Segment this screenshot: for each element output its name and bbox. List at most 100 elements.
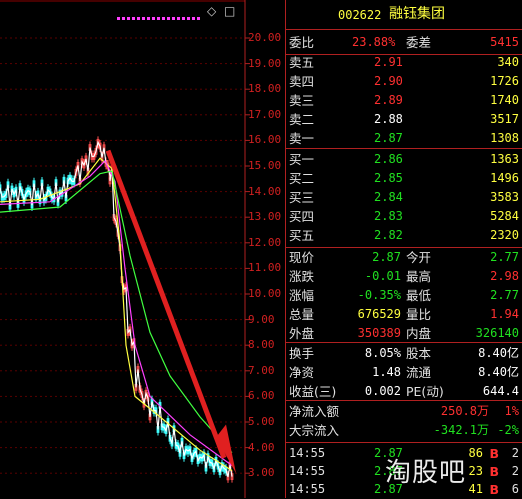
flow-row[interactable]: 大宗流入 -342.1万 -2%: [286, 421, 522, 440]
kline-canvas[interactable]: [0, 0, 285, 498]
ask-volume: 1740: [490, 93, 519, 107]
stats-label: PE(动): [406, 384, 444, 399]
bid-row[interactable]: 买一 2.86 1363: [286, 150, 522, 169]
bid-price: 2.84: [374, 190, 403, 204]
bid-row[interactable]: 买二 2.85 1496: [286, 169, 522, 188]
price-axis-tick: 12.00: [248, 235, 282, 249]
flow-value: -342.1万: [433, 423, 489, 437]
ratio-label: 委比: [289, 35, 315, 50]
stock-name: 融钰集团: [389, 6, 445, 22]
tick-time: 14:55: [289, 446, 326, 460]
stats-label: 股本: [406, 346, 432, 361]
ask-row[interactable]: 卖五 2.91 340: [286, 53, 522, 72]
quote-row[interactable]: 涨幅 -0.35% 最低 2.77: [286, 286, 522, 305]
bid-level-label: 买四: [289, 209, 315, 224]
stats-row[interactable]: 收益(三) 0.002 PE(动) 644.4: [286, 382, 522, 401]
quote-label: 涨跌: [289, 269, 315, 284]
toolbar-dot: [187, 17, 190, 20]
quote-panel: 002622 融钰集团 委比 23.88% 委差 5415 卖五 2.91 340 卖…: [285, 0, 522, 498]
stats-value: 8.05%: [364, 346, 401, 360]
quote-row[interactable]: 总量 676529 量比 1.94: [286, 305, 522, 324]
quote-value: 2.87: [372, 250, 401, 264]
toolbar-dot: [192, 17, 195, 20]
stats-value: 1.48: [372, 365, 401, 379]
tick-time: 14:55: [289, 482, 326, 496]
price-axis-tick: 7.00: [248, 363, 275, 377]
toolbar-dot: [122, 17, 125, 20]
ask-row[interactable]: 卖四 2.90 1726: [286, 72, 522, 91]
toolbar-dot: [172, 17, 175, 20]
price-axis-tick: 10.00: [248, 287, 282, 300]
stats-label: 换手: [289, 346, 315, 361]
divider: [286, 148, 522, 149]
diff-value: 5415: [490, 35, 519, 49]
stats-label: 流通: [406, 365, 432, 380]
stats-row[interactable]: 净资 1.48 流通 8.40亿: [286, 363, 522, 382]
flow-label: 净流入额: [289, 404, 340, 419]
stats-row[interactable]: 换手 8.05% 股本 8.40亿: [286, 344, 522, 363]
bid-volume: 3583: [490, 190, 519, 204]
kline-chart[interactable]: ◇ □ 20.00 19.00 18.00 17.00 16.00 15.00 14.00 1…: [0, 0, 285, 498]
quote-value: 350389: [357, 326, 401, 340]
stats-label: 净资: [289, 365, 315, 380]
tick-count: 2: [511, 446, 519, 460]
tick-volume: 23: [468, 464, 483, 478]
toolbar-dot: [142, 17, 145, 20]
bid-volume: 5284: [490, 209, 519, 223]
ask-volume: 3517: [490, 112, 519, 126]
toolbar-dot: [197, 17, 200, 20]
price-axis-tick: 4.00: [248, 440, 275, 454]
stock-header: 002622 融钰集团: [286, 6, 522, 25]
quote-row[interactable]: 外盘 350389 内盘 326140: [286, 324, 522, 343]
bid-row[interactable]: 买五 2.82 2320: [286, 226, 522, 245]
ask-price: 2.88: [374, 112, 403, 126]
ask-row[interactable]: 卖二 2.88 3517: [286, 110, 522, 129]
divider: [286, 29, 522, 30]
price-axis-tick: 15.00: [248, 159, 282, 172]
stats-value: 8.40亿: [478, 365, 519, 379]
tick-flag: B: [489, 446, 499, 461]
ask-row[interactable]: 卖一 2.87 1308: [286, 129, 522, 148]
flow-percent: 1%: [504, 404, 519, 418]
toolbar-dot: [177, 17, 180, 20]
stats-value: 644.4: [482, 384, 519, 398]
flow-row[interactable]: 净流入额 250.8万 1%: [286, 402, 522, 421]
chart-toolbar-icons[interactable]: ◇ □: [207, 4, 237, 18]
quote-label: 涨幅: [289, 288, 315, 303]
quote-label: 外盘: [289, 326, 315, 341]
tick-volume: 41: [468, 482, 483, 496]
ask-level-label: 卖四: [289, 74, 315, 89]
price-axis-tick: 18.00: [248, 82, 282, 96]
quote-label: 现价: [289, 250, 315, 265]
bid-row[interactable]: 买四 2.83 5284: [286, 207, 522, 226]
flow-value: 250.8万: [440, 404, 489, 418]
quote-row[interactable]: 现价 2.87 今开 2.77: [286, 248, 522, 267]
ask-level-label: 卖五: [289, 55, 315, 70]
toolbar-dot: [152, 17, 155, 20]
bid-row[interactable]: 买三 2.84 3583: [286, 188, 522, 207]
ask-price: 2.89: [374, 93, 403, 107]
toolbar-dot: [182, 17, 185, 20]
quote-value: -0.01: [364, 269, 401, 283]
bid-price: 2.83: [374, 209, 403, 223]
toolbar-dot: [132, 17, 135, 20]
quote-label: 今开: [406, 250, 432, 265]
ask-row[interactable]: 卖三 2.89 1740: [286, 91, 522, 110]
quote-value: -0.35%: [357, 288, 401, 302]
bid-level-label: 买三: [289, 190, 315, 205]
divider: [286, 442, 522, 443]
flow-percent: -2%: [497, 423, 519, 437]
tick-flag: B: [489, 482, 499, 497]
divider: [286, 400, 522, 401]
flow-label: 大宗流入: [289, 423, 340, 438]
divider: [286, 342, 522, 343]
toolbar-dot: [167, 17, 170, 20]
price-axis-tick: 19.00: [248, 56, 282, 70]
quote-row[interactable]: 涨跌 -0.01 最高 2.98: [286, 267, 522, 286]
toolbar-dot: [157, 17, 160, 20]
toolbar-dot: [147, 17, 150, 20]
commission-row: 委比 23.88% 委差 5415: [286, 33, 522, 52]
ask-price: 2.87: [374, 131, 403, 145]
tick-count: 2: [511, 464, 519, 478]
quote-value: 2.77: [490, 250, 519, 264]
